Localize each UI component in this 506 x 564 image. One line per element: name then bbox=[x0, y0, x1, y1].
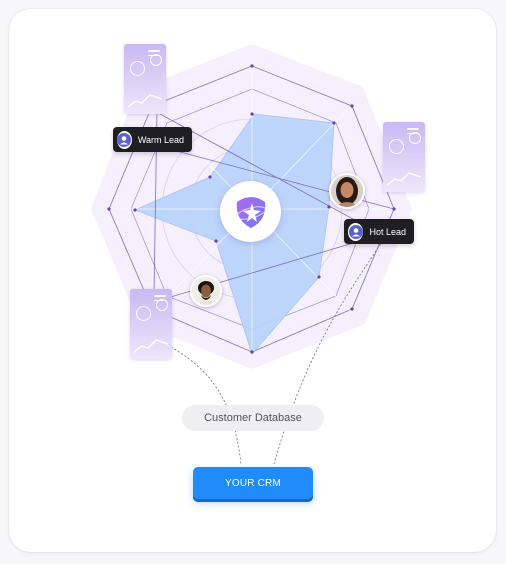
phone-card-icon bbox=[383, 122, 425, 192]
star-logo-icon bbox=[220, 181, 281, 242]
customer-database-label: Customer Database bbox=[204, 412, 302, 424]
your-crm-button[interactable]: YOUR CRM bbox=[193, 467, 313, 499]
your-crm-label: YOUR CRM bbox=[224, 477, 282, 489]
phone-card-icon bbox=[130, 289, 172, 359]
warm-lead-label: Warm Lead bbox=[137, 134, 184, 145]
hot-lead-tag: Hot Lead bbox=[344, 219, 414, 244]
customer-avatar bbox=[190, 275, 222, 307]
warm-lead-tag: Warm Lead bbox=[113, 127, 192, 152]
phone-card-icon bbox=[124, 44, 166, 114]
hot-lead-label: Hot Lead bbox=[369, 226, 406, 237]
customer-database-pill: Customer Database bbox=[182, 405, 324, 431]
hot-lead-avatar bbox=[329, 173, 365, 209]
user-icon bbox=[348, 222, 364, 241]
diagram-card: Warm Lead Hot Lead Customer Database YOU… bbox=[9, 9, 496, 552]
user-icon bbox=[117, 130, 132, 149]
